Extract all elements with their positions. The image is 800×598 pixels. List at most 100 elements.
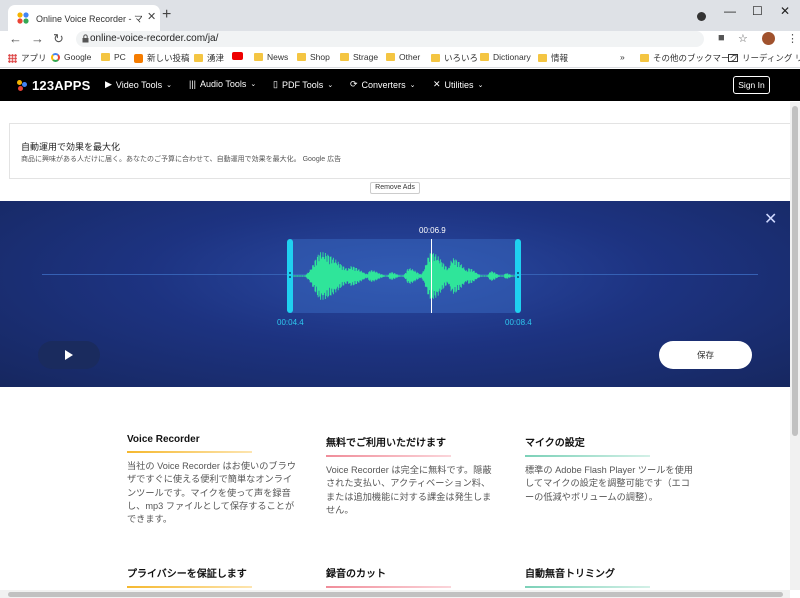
google-icon [51, 52, 60, 62]
folder-icon [431, 54, 440, 62]
chevron-down-icon: ⌄ [250, 81, 257, 88]
feature-free: 無料でご利用いただけます Voice Recorder は完全に無料です。隠蔽さ… [326, 434, 496, 517]
bookmark-strage[interactable]: Strage [340, 52, 378, 62]
back-arrow-icon[interactable]: ← [9, 31, 22, 46]
bookmark-info[interactable]: 情報 [538, 52, 568, 64]
feature-title: プライバシーを保証します [127, 569, 247, 580]
chevron-down-icon: ⌄ [409, 81, 416, 89]
trim-start-handle[interactable] [287, 239, 293, 313]
feature-underline [525, 455, 650, 457]
menu-utilities[interactable]: ✕ Utilities ⌄ [433, 79, 483, 90]
bookmark-other[interactable]: Other [386, 52, 420, 62]
feature-title: Voice Recorder [127, 434, 200, 445]
trim-end-handle[interactable] [515, 239, 521, 313]
camera-icon[interactable]: ■ [718, 32, 725, 44]
maximize-icon[interactable]: ☐ [752, 4, 763, 18]
folder-icon [480, 53, 489, 61]
forward-arrow-icon[interactable]: → [31, 31, 44, 46]
bookmark-folder-4[interactable]: 湧津 [194, 52, 224, 64]
menu-video-tools[interactable]: ▶ Video Tools ⌄ [105, 79, 172, 90]
remove-ads-button[interactable]: Remove Ads [370, 182, 420, 194]
feature-voice-recorder: Voice Recorder 当社の Voice Recorder はお使いのブ… [127, 434, 297, 526]
apps-grid-icon [8, 53, 17, 63]
folder-icon [297, 53, 306, 61]
feature-mic-settings: マイクの設定 標準の Adobe Flash Player ツールを使用してマイ… [525, 434, 695, 504]
feature-title: マイクの設定 [525, 438, 585, 449]
scrollbar-thumb[interactable] [8, 592, 783, 597]
new-tab-icon[interactable]: + [162, 6, 171, 24]
feature-title: 録音のカット [326, 569, 386, 580]
play-icon [65, 350, 73, 360]
minimize-icon[interactable]: — [724, 4, 736, 18]
folder-icon [386, 53, 395, 61]
bookmark-apps[interactable]: アプリ [8, 52, 47, 64]
feature-text: 標準の Adobe Flash Player ツールを使用してマイクの設定を調整… [525, 465, 693, 502]
feature-underline [127, 586, 252, 588]
window-close-icon[interactable]: ✕ [780, 4, 790, 18]
close-icon[interactable]: ✕ [764, 209, 777, 229]
waveform-path [291, 252, 518, 300]
bookmark-iroiro[interactable]: いろいろ [431, 52, 478, 64]
bookmark-youtube[interactable] [232, 52, 243, 60]
feature-underline [525, 586, 650, 588]
browser-tab[interactable]: Online Voice Recorder - マイクから ✕ [8, 5, 160, 31]
playhead[interactable] [431, 239, 432, 313]
feature-text: Voice Recorder は完全に無料です。隠蔽された支払い、アクティベーシ… [326, 465, 492, 515]
site-logo[interactable]: 123APPS [17, 78, 91, 93]
bookmark-new-post[interactable]: 新しい投稿 [134, 52, 190, 64]
folder-icon [538, 54, 547, 62]
youtube-icon [232, 52, 243, 60]
menu-pdf-tools[interactable]: ▯ PDF Tools ⌄ [273, 79, 333, 90]
trim-start-time: 00:04.4 [277, 318, 304, 327]
folder-icon [254, 53, 263, 61]
browser-menu-icon[interactable]: ⋮ [787, 32, 798, 45]
horizontal-scrollbar[interactable] [0, 590, 790, 598]
convert-icon: ⟳ [350, 79, 358, 89]
bookmark-news[interactable]: News [254, 52, 288, 62]
menu-converters[interactable]: ⟳ Converters ⌄ [350, 79, 415, 90]
bookmark-dictionary[interactable]: Dictionary [480, 52, 531, 62]
play-button[interactable] [38, 341, 100, 369]
tab-title: Online Voice Recorder - マイクから [36, 14, 142, 24]
feature-underline [326, 455, 451, 457]
user-avatar[interactable] [762, 32, 775, 45]
reading-list[interactable]: リーディング リスト [728, 52, 800, 64]
current-time: 00:06.9 [419, 226, 446, 235]
bookmarks-bar: アプリ Google PC 新しい投稿 湧津 News Shop Strage … [0, 48, 800, 68]
vertical-scrollbar[interactable] [790, 102, 800, 590]
browser-tab-bar: Online Voice Recorder - マイクから ✕ + — ☐ ✕ [0, 0, 800, 31]
site-header: 123APPS ▶ Video Tools ⌄ ||| Audio Tools ⌄ ▯ P… [0, 69, 800, 101]
menu-audio-tools[interactable]: ||| Audio Tools ⌄ [189, 79, 256, 89]
site-favicon-icon [17, 12, 29, 24]
reload-icon[interactable]: ↻ [53, 31, 64, 46]
feature-title: 自動無音トリミング [525, 569, 615, 580]
waveform [291, 252, 518, 300]
ad-banner[interactable]: 自動運用で効果を最大化 商品に興味がある人だけに届く。あなたのご予算に合わせて、… [9, 123, 791, 179]
address-bar-row: ← → ↻ online-voice-recorder.com/ja/ ■ ☆ … [0, 31, 800, 48]
ad-headline: 自動運用で効果を最大化 [21, 142, 121, 152]
folder-icon [194, 54, 203, 62]
bookmark-shop[interactable]: Shop [297, 52, 330, 62]
tab-close-icon[interactable]: ✕ [147, 10, 156, 23]
address-field[interactable]: online-voice-recorder.com/ja/ [76, 31, 704, 47]
feature-title: 無料でご利用いただけます [326, 438, 446, 449]
blogger-icon [134, 53, 143, 63]
save-button[interactable]: 保存 [659, 341, 752, 369]
chevron-down-icon: ⌄ [166, 81, 173, 89]
feature-underline [127, 451, 252, 453]
folder-icon [640, 54, 649, 62]
bookmark-pc[interactable]: PC [101, 52, 126, 62]
video-icon: ▶ [105, 79, 112, 89]
bookmarks-overflow-icon[interactable]: » [620, 52, 625, 62]
sign-in-button[interactable]: Sign In [733, 76, 770, 94]
ad-body: 商品に興味がある人だけに届く。あなたのご予算に合わせて、自動運用で効果を最大化。… [21, 156, 342, 163]
scrollbar-thumb[interactable] [792, 106, 798, 436]
document-icon: ▯ [273, 79, 278, 89]
lock-icon [82, 34, 89, 43]
bookmark-google[interactable]: Google [51, 52, 91, 62]
bookmark-other-bookmarks[interactable]: その他のブックマーク [640, 52, 738, 64]
bookmark-star-icon[interactable]: ☆ [738, 32, 748, 45]
profile-menu-icon[interactable] [697, 12, 706, 21]
audio-wave-icon: ||| [189, 79, 197, 89]
trim-end-time: 00:08.4 [505, 318, 532, 327]
